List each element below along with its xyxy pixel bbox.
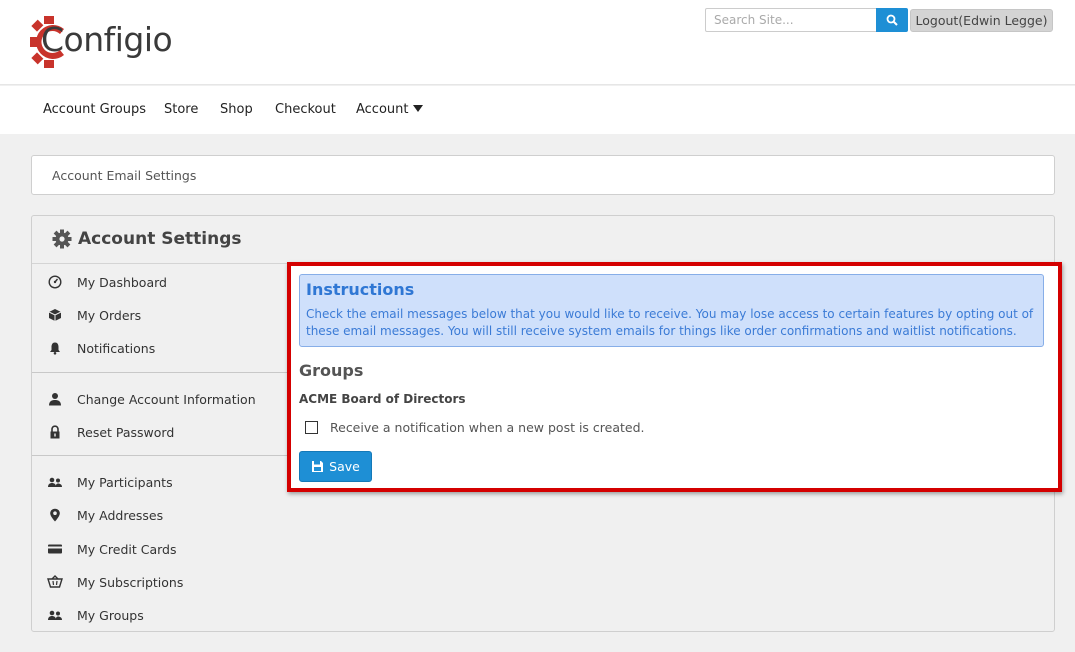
instructions-title: Instructions xyxy=(306,280,415,299)
sidebar-item-label: My Addresses xyxy=(77,507,164,523)
sidebar-item-label: Reset Password xyxy=(77,424,175,440)
nav-account-label: Account xyxy=(356,102,409,117)
group-icon xyxy=(46,606,64,624)
nav-account-groups[interactable]: Account Groups xyxy=(43,102,146,117)
box-icon xyxy=(46,306,64,324)
floppy-disk-icon xyxy=(312,461,324,472)
sidebar-item-notifications[interactable]: Notifications xyxy=(46,338,155,358)
sidebar-item-my-subscriptions[interactable]: My Subscriptions xyxy=(46,572,183,592)
logout-button[interactable]: Logout(Edwin Legge) xyxy=(910,9,1053,32)
new-post-notification-label[interactable]: Receive a notification when a new post i… xyxy=(330,420,645,435)
instructions-box: Instructions Check the email messages be… xyxy=(299,274,1044,347)
users-icon xyxy=(46,473,64,491)
sidebar-item-my-addresses[interactable]: My Addresses xyxy=(46,505,163,525)
site-search-input[interactable] xyxy=(705,8,877,32)
sidebar-divider xyxy=(32,372,287,373)
breadcrumb: Account Email Settings xyxy=(31,155,1055,195)
lock-icon xyxy=(46,423,64,441)
main-nav: Account Groups Store Shop Checkout Accou… xyxy=(0,86,1075,134)
groups-heading: Groups xyxy=(299,361,364,380)
sidebar-item-my-participants[interactable]: My Participants xyxy=(46,472,173,492)
search-button[interactable] xyxy=(876,8,908,32)
bell-icon xyxy=(46,339,64,357)
nav-checkout[interactable]: Checkout xyxy=(275,102,336,117)
sidebar-item-label: My Dashboard xyxy=(77,274,167,290)
sidebar-item-my-dashboard[interactable]: My Dashboard xyxy=(46,272,167,292)
sidebar-item-label: Notifications xyxy=(77,340,156,356)
map-pin-icon xyxy=(46,506,64,524)
search-icon xyxy=(886,14,898,26)
sidebar-item-label: My Subscriptions xyxy=(77,574,184,590)
sidebar-item-label: My Participants xyxy=(77,474,173,490)
new-post-notification-checkbox[interactable] xyxy=(305,421,318,434)
breadcrumb-current: Account Email Settings xyxy=(52,168,197,183)
save-button-label: Save xyxy=(329,459,360,474)
sidebar-divider xyxy=(32,455,287,456)
user-icon xyxy=(46,390,64,408)
sidebar-item-label: My Groups xyxy=(77,607,144,623)
credit-card-icon xyxy=(46,540,64,558)
sidebar-item-change-account-information[interactable]: Change Account Information xyxy=(46,389,256,409)
nav-shop[interactable]: Shop xyxy=(220,102,253,117)
sidebar-item-my-credit-cards[interactable]: My Credit Cards xyxy=(46,539,176,559)
group-name: ACME Board of Directors xyxy=(299,392,466,406)
dashboard-gauge-icon xyxy=(46,273,64,291)
sidebar-item-my-groups[interactable]: My Groups xyxy=(46,605,144,625)
sidebar-item-label: My Credit Cards xyxy=(77,541,177,557)
sidebar-item-my-orders[interactable]: My Orders xyxy=(46,305,141,325)
nav-store[interactable]: Store xyxy=(164,102,198,117)
gear-icon xyxy=(52,229,72,249)
subscription-basket-icon xyxy=(46,573,64,591)
instructions-text: Check the email messages below that you … xyxy=(306,307,1034,338)
site-header: Configio Logout(Edwin Legge) xyxy=(0,0,1075,85)
caret-down-icon xyxy=(412,105,423,112)
panel-title: Account Settings xyxy=(52,229,241,249)
panel-title-text: Account Settings xyxy=(78,229,242,249)
email-settings-content: Instructions Check the email messages be… xyxy=(287,262,1062,492)
logo-wordmark: Configio xyxy=(41,20,173,59)
sidebar-item-reset-password[interactable]: Reset Password xyxy=(46,422,174,442)
configio-logo[interactable]: Configio xyxy=(30,16,200,68)
save-button[interactable]: Save xyxy=(299,451,372,482)
sidebar-item-label: My Orders xyxy=(77,307,142,323)
sidebar-item-label: Change Account Information xyxy=(77,391,256,407)
nav-account-dropdown[interactable]: Account xyxy=(356,102,423,117)
